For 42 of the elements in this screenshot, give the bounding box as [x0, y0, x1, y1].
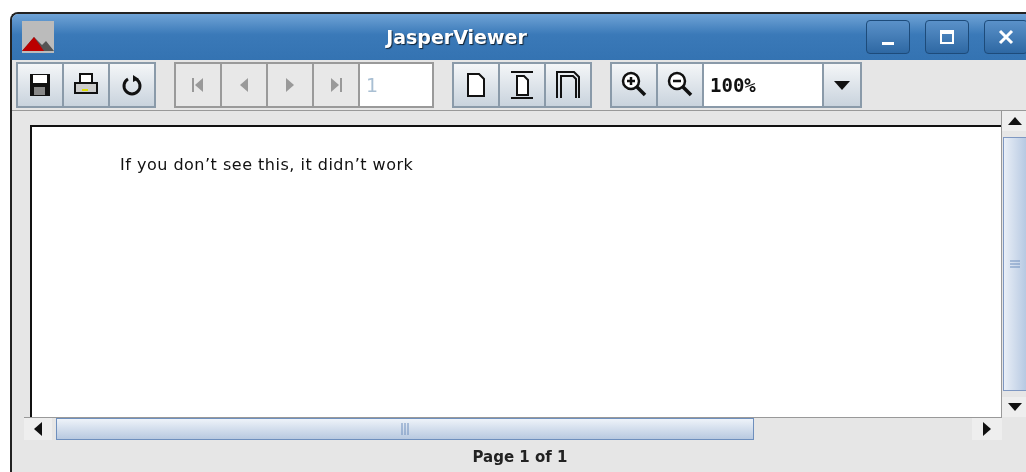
window-title: JasperViewer: [384, 26, 528, 48]
last-page-icon: [329, 77, 343, 93]
page-icon: [466, 72, 486, 98]
zoom-in-button[interactable]: [612, 64, 656, 106]
maximize-button[interactable]: [925, 20, 969, 54]
scroll-down-icon: [1008, 403, 1022, 411]
horizontal-scrollbar[interactable]: [24, 417, 1002, 440]
save-icon: [29, 73, 51, 97]
report-text: If you don’t see this, it didn’t work: [120, 155, 414, 174]
zoom-out-icon: [667, 71, 693, 99]
zoom-field[interactable]: 100%: [704, 64, 822, 106]
scroll-thumb[interactable]: [56, 418, 754, 440]
vertical-scrollbar[interactable]: [1001, 111, 1026, 417]
page-status: Page 1 of 1: [472, 448, 568, 466]
zoom-in-icon: [621, 71, 647, 99]
fit-page-icon: [509, 70, 535, 100]
fit-width-icon: [555, 70, 581, 100]
actual-size-button[interactable]: [454, 64, 498, 106]
scroll-right-icon: [983, 422, 991, 436]
reload-button[interactable]: [110, 64, 154, 106]
grip-icon: [401, 423, 409, 435]
printer-icon: [73, 73, 99, 97]
scroll-thumb[interactable]: [1003, 137, 1026, 391]
save-button[interactable]: [18, 64, 62, 106]
close-icon: [998, 29, 1014, 45]
maximize-icon: [939, 29, 955, 45]
fit-width-button[interactable]: [546, 64, 590, 106]
first-page-icon: [191, 77, 205, 93]
fit-page-button[interactable]: [500, 64, 544, 106]
reload-icon: [121, 73, 143, 97]
close-button[interactable]: [984, 20, 1026, 54]
grip-icon: [1010, 260, 1020, 268]
dropdown-arrow-icon: [834, 80, 850, 90]
minimize-icon: [882, 41, 894, 45]
next-page-icon: [285, 77, 295, 93]
zoom-out-button[interactable]: [658, 64, 702, 106]
previous-page-icon: [239, 77, 249, 93]
minimize-button[interactable]: [866, 20, 910, 54]
zoom-dropdown-button[interactable]: [822, 64, 860, 106]
scroll-left-icon: [34, 422, 42, 436]
print-button[interactable]: [64, 64, 108, 106]
scroll-up-icon: [1008, 117, 1022, 125]
